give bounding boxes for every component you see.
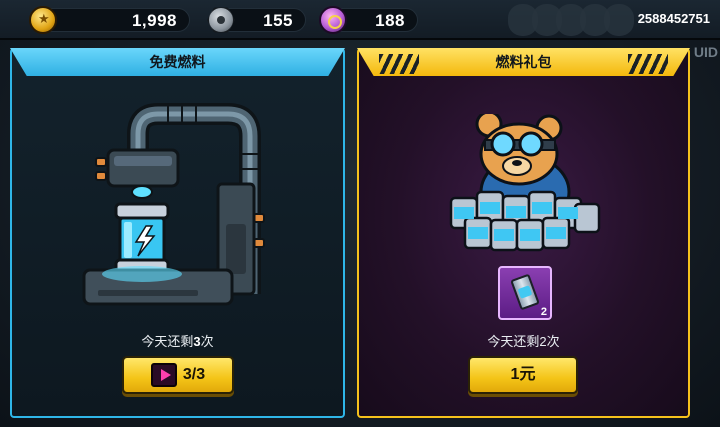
coin-icon [29,6,57,34]
coin-value: 1,998 [131,11,177,30]
buy-fuel-pack-button[interactable]: 1元 [468,356,578,394]
bear-with-fuel-cans-illustration [449,114,601,252]
gem-icon [319,6,347,34]
top-resource-bar: 1,998 155 188 2588452751 [0,0,720,40]
header-stripes-left [379,54,419,74]
nut-icon [207,7,235,33]
header-stripes-right [628,54,668,74]
fuel-machine-illustration [82,103,265,306]
gem-counter[interactable]: 188 [319,6,418,34]
fuel-item-count: 2 [540,306,547,318]
fuel-pack-remaining: 今天还剩2次 [487,334,560,349]
uid-label: UID [693,44,718,60]
fuel-pack-card: 燃料礼包 2 今天还剩2次 1元 [357,48,690,418]
coin-counter[interactable]: 1,998 [29,6,190,34]
watch-ad-count: 3/3 [182,366,206,383]
fuel-item-slot[interactable]: 2 [498,266,552,320]
fuel-can-icon [510,273,540,311]
nut-value: 155 [263,11,293,30]
free-fuel-title: 免费燃料 [10,48,345,76]
price-label: 1元 [510,366,536,383]
nut-counter[interactable]: 155 [207,7,306,33]
video-play-icon [150,362,177,387]
gem-value: 188 [375,11,405,30]
uid-number: 2588452751 [637,11,710,26]
blurred-avatars [508,4,638,36]
free-fuel-card: 免费燃料 今天还剩3次 3/3 [10,48,345,418]
watch-ad-button[interactable]: 3/3 [122,356,234,394]
free-fuel-remaining: 今天还剩3次 [141,334,214,349]
